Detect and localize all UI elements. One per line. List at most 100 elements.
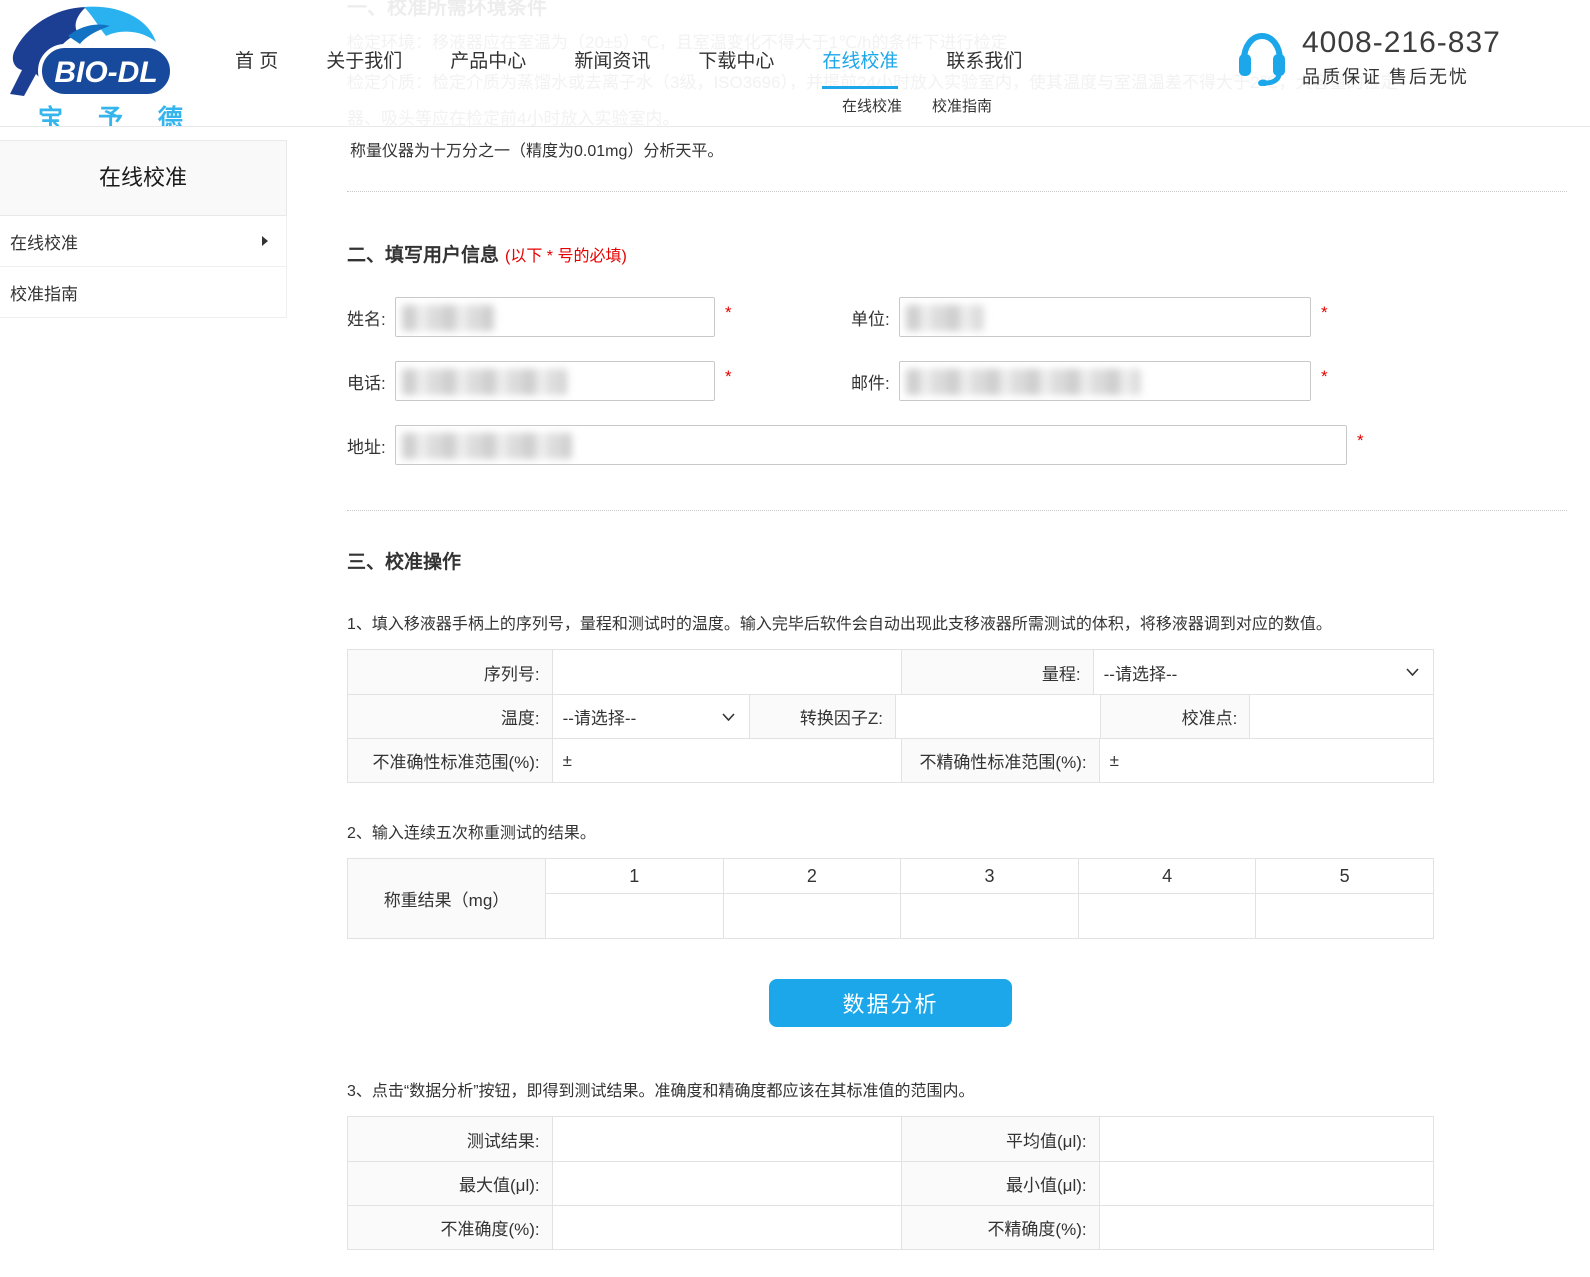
nav-item-news[interactable]: 新闻资讯 [574, 46, 650, 89]
inaccuracy-value [553, 1206, 902, 1249]
dotted-divider [347, 191, 1567, 192]
ghost-line: 器、吸头等应在检定前4小时放入实验室内。 [347, 104, 679, 127]
serial-input[interactable] [553, 650, 902, 694]
headset-icon [1236, 26, 1288, 86]
table-row: 最大值(μl): 最小值(μl): [348, 1161, 1433, 1205]
min-value [1100, 1162, 1433, 1205]
serial-label: 序列号: [348, 650, 553, 694]
analysis-result-table: 测试结果: 平均值(μl): 最大值(μl): 最小值(μl): 不准确度(%)… [347, 1116, 1434, 1250]
calibration-point-input[interactable] [1250, 695, 1433, 738]
chevron-down-icon [1406, 668, 1419, 676]
section2-title: 二、填写用户信息 [347, 245, 499, 266]
redacted-value [402, 369, 567, 395]
chevron-right-icon [262, 236, 268, 246]
range-select-value: --请选择-- [1104, 660, 1178, 685]
test-result-value [553, 1117, 902, 1161]
section2-heading: 二、填写用户信息 (以下 * 号的必填) [347, 240, 1590, 267]
range-select[interactable]: --请选择-- [1094, 650, 1433, 694]
weighing-col-header: 4 [1079, 859, 1257, 893]
average-label: 平均值(μl): [902, 1117, 1100, 1161]
min-label: 最小值(μl): [902, 1162, 1100, 1205]
inaccuracy-label: 不准确度(%): [348, 1206, 553, 1249]
logo-chinese-name: 宝 予 德 [38, 99, 186, 127]
temperature-select-value: --请选择-- [563, 704, 637, 729]
nav-item-contact[interactable]: 联系我们 [946, 46, 1022, 89]
weighing-col-header: 1 [546, 859, 724, 893]
phone-number: 4008-216-837 [1302, 26, 1501, 60]
average-value [1100, 1117, 1433, 1161]
weighing-row-label: 称重结果（mg） [348, 859, 546, 938]
nav-item-home[interactable]: 首 页 [235, 46, 278, 89]
sidebar-item-calibration-guide[interactable]: 校准指南 [0, 267, 287, 318]
weighing-input-4[interactable] [1079, 894, 1257, 938]
chevron-down-icon [722, 713, 735, 721]
user-info-form: 姓名: * 单位: * 电话: * 邮件: * 地址: [347, 297, 1590, 465]
nav-item-products[interactable]: 产品中心 [450, 46, 526, 89]
table-row: 不准确度(%): 不精确度(%): [348, 1205, 1433, 1249]
email-input[interactable] [899, 361, 1311, 401]
table-row: 温度: --请选择-- 转换因子Z: 校准点: [348, 694, 1433, 738]
imprecision-range-value: ± [1100, 739, 1433, 782]
weighing-col-header: 2 [724, 859, 902, 893]
form-row: 姓名: * 单位: * [347, 297, 1590, 337]
site-header: 一、校准所需环境条件 检定环境：移液器应在室温为（20±5）℃，且室温变化不得大… [0, 0, 1590, 127]
service-phone-block: 4008-216-837 品质保证 售后无忧 [1236, 26, 1501, 89]
name-label: 姓名: [347, 305, 395, 330]
sidebar: 在线校准 在线校准 校准指南 [0, 127, 287, 318]
weighing-input-5[interactable] [1256, 894, 1433, 938]
sidebar-item-label: 在线校准 [10, 229, 78, 254]
balance-note-text: 称量仪器为十万分之一（精度为0.01mg）分析天平。 [350, 137, 1590, 161]
phone-label: 电话: [347, 369, 395, 394]
redacted-value [906, 305, 984, 331]
section3-title: 三、校准操作 [347, 547, 1590, 574]
required-star: * [725, 361, 741, 387]
name-input[interactable] [395, 297, 715, 337]
phone-input[interactable] [395, 361, 715, 401]
weighing-input-2[interactable] [724, 894, 902, 938]
required-star: * [1321, 297, 1337, 323]
required-note: (以下 * 号的必填) [505, 248, 627, 265]
weighing-cells: 1 2 3 4 5 [546, 859, 1433, 938]
weighing-input-3[interactable] [901, 894, 1079, 938]
sidebar-item-online-calibration[interactable]: 在线校准 [0, 216, 287, 267]
required-star: * [725, 297, 741, 323]
max-label: 最大值(μl): [348, 1162, 553, 1205]
imprecision-value [1100, 1206, 1433, 1249]
weighing-col-header: 5 [1256, 859, 1433, 893]
weighing-col-header: 3 [901, 859, 1079, 893]
step3-text: 3、点击“数据分析”按钮，即得到测试结果。准确度和精确度都应该在其标准值的范围内… [347, 1077, 1590, 1101]
weighing-input-row [546, 894, 1433, 938]
imprecision-range-label: 不精确性标准范围(%): [902, 739, 1100, 782]
address-input[interactable] [395, 425, 1347, 465]
nav-item-online-calibration[interactable]: 在线校准 [822, 46, 898, 89]
subnav-online-calibration[interactable]: 在线校准 [842, 95, 902, 116]
nav-item-downloads[interactable]: 下载中心 [698, 46, 774, 89]
plus-minus-sign: ± [1110, 751, 1119, 771]
imprecision-label: 不精确度(%): [902, 1206, 1100, 1249]
main-nav: 首 页 关于我们 产品中心 新闻资讯 下载中心 在线校准 联系我们 [235, 46, 1022, 89]
step2-text: 2、输入连续五次称重测试的结果。 [347, 819, 1590, 843]
z-factor-input[interactable] [896, 695, 1101, 738]
redacted-value [402, 305, 494, 331]
data-analysis-button[interactable]: 数据分析 [769, 979, 1012, 1027]
redacted-value [402, 433, 572, 459]
plus-minus-sign: ± [563, 751, 572, 771]
range-label: 量程: [902, 650, 1094, 694]
table-row: 不准确性标准范围(%): ± 不精确性标准范围(%): ± [348, 738, 1433, 782]
calibration-subnav: 在线校准 校准指南 [842, 95, 992, 116]
calibration-params-table: 序列号: 量程: --请选择-- 温度: --请选择-- 转换因子Z: 校准点: [347, 649, 1434, 783]
redacted-value [906, 369, 1141, 395]
email-label: 邮件: [851, 369, 899, 394]
temperature-select[interactable]: --请选择-- [553, 695, 751, 738]
unit-input[interactable] [899, 297, 1311, 337]
weighing-input-1[interactable] [546, 894, 724, 938]
nav-item-about[interactable]: 关于我们 [326, 46, 402, 89]
company-logo[interactable]: BIO-DL 宝 予 德 [6, 2, 186, 127]
main-content: 称量仪器为十万分之一（精度为0.01mg）分析天平。 二、填写用户信息 (以下 *… [347, 127, 1590, 1250]
phone-tagline: 品质保证 售后无忧 [1302, 63, 1501, 89]
phone-text: 4008-216-837 品质保证 售后无忧 [1302, 26, 1501, 89]
table-row: 序列号: 量程: --请选择-- [348, 650, 1433, 694]
subnav-calibration-guide[interactable]: 校准指南 [932, 95, 992, 116]
inaccuracy-range-value: ± [553, 739, 902, 782]
form-row: 地址: * [347, 425, 1590, 465]
